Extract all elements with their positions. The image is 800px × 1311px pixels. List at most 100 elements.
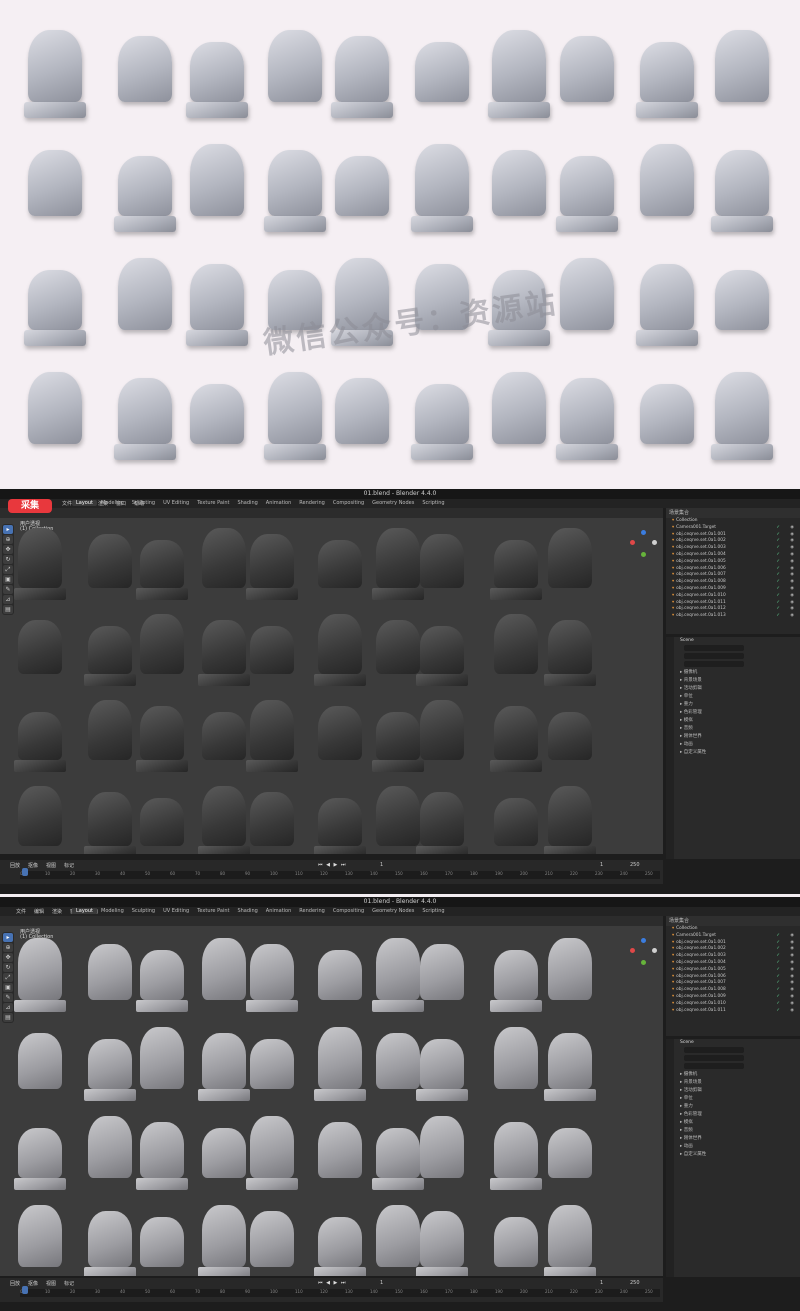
properties-panel[interactable]: Scene ▸ 摄像机 ▸ 背景场景 ▸ 活动剪辑 ▸ 单位 ▸ 重力 ▸ 色彩管理 ▸ 模… xyxy=(666,637,800,859)
prop-field-row[interactable] xyxy=(666,645,800,653)
prop-field-row[interactable] xyxy=(666,661,800,669)
playhead[interactable] xyxy=(22,1286,28,1294)
outliner-item[interactable]: ▾ obj.ceqrve.set.0a1.003 ✓ ◉ xyxy=(666,545,800,552)
workspace-tab[interactable]: Rendering xyxy=(295,500,329,506)
current-frame[interactable]: 1 xyxy=(380,1280,383,1286)
properties-section[interactable]: ▸ 活动剪辑 xyxy=(666,685,800,693)
workspace-tab[interactable]: Rendering xyxy=(295,908,329,914)
properties-section[interactable]: ▸ 动画 xyxy=(666,741,800,749)
measure-tool-icon[interactable]: ⊿ xyxy=(3,595,13,604)
properties-section[interactable]: ▸ 重力 xyxy=(666,1103,800,1111)
properties-section[interactable]: ▸ 刚体世界 xyxy=(666,733,800,741)
workspace-tab[interactable]: Geometry Nodes xyxy=(368,500,418,506)
properties-section[interactable]: ▸ 摄像机 xyxy=(666,1071,800,1079)
workspace-tab[interactable]: Layout xyxy=(72,500,97,506)
workspace-tab[interactable]: Animation xyxy=(262,500,296,506)
collection-row[interactable]: ▾ Collection xyxy=(666,518,800,525)
properties-section[interactable]: ▸ 背景场景 xyxy=(666,1079,800,1087)
workspace-tabs[interactable]: Layout Modeling Sculpting UV Editing Texture… xyxy=(72,500,449,506)
outliner-item[interactable]: ▾ Camera001.Target ✓ ◉ xyxy=(666,933,800,940)
workspace-tab[interactable]: Compositing xyxy=(329,500,368,506)
playback-controls[interactable]: ⏮ ◀ ▶ ⏭ xyxy=(318,862,346,868)
workspace-tab[interactable]: Layout xyxy=(72,908,97,914)
workspace-tab[interactable]: Scripting xyxy=(418,500,448,506)
outliner-item[interactable]: ▾ obj.ceqrve.set.0a1.010 ✓ ◉ xyxy=(666,1001,800,1008)
properties-section[interactable]: ▸ 动画 xyxy=(666,1143,800,1151)
menu-item[interactable]: 渲染 xyxy=(48,908,66,915)
collect-badge[interactable]: 采集 xyxy=(8,499,52,513)
outliner-item[interactable]: ▾ obj.ceqrve.set.0a1.004 ✓ ◉ xyxy=(666,960,800,967)
scale-tool-icon[interactable]: ⤢ xyxy=(3,973,13,982)
add-cube-tool-icon[interactable]: ▤ xyxy=(3,1013,13,1022)
timeline-menu-item[interactable]: 视图 xyxy=(42,862,60,869)
timeline[interactable]: 回放抠像视图标记 ⏮ ◀ ▶ ⏭ 1 1 250 010203040506070… xyxy=(0,860,663,884)
playback-controls[interactable]: ⏮ ◀ ▶ ⏭ xyxy=(318,1280,346,1286)
properties-section[interactable]: ▸ 刚体世界 xyxy=(666,1135,800,1143)
cursor-tool-icon[interactable]: ⊕ xyxy=(3,943,13,952)
timeline-menu[interactable]: 回放 抠像 视图 标记 xyxy=(6,862,78,869)
outliner-item[interactable]: ▾ obj.ceqrve.set.0a1.009 ✓ ◉ xyxy=(666,994,800,1001)
properties-section[interactable]: ▸ 单位 xyxy=(666,693,800,701)
properties-section[interactable]: ▸ 摄像机 xyxy=(666,669,800,677)
navigation-gizmo[interactable] xyxy=(630,938,658,966)
outliner-item[interactable]: ▾ obj.ceqrve.set.0a1.009 ✓ ◉ xyxy=(666,586,800,593)
transform-tool-icon[interactable]: ▣ xyxy=(3,575,13,584)
outliner-item[interactable]: ▾ obj.ceqrve.set.0a1.003 ✓ ◉ xyxy=(666,953,800,960)
select-tool-icon[interactable]: ▸ xyxy=(3,933,13,942)
workspace-tab[interactable]: Texture Paint xyxy=(193,908,233,914)
workspace-tab[interactable]: Modeling xyxy=(97,908,128,914)
properties-section[interactable]: ▸ 背景场景 xyxy=(666,677,800,685)
prop-field-row[interactable] xyxy=(666,1055,800,1063)
timeline-ruler[interactable]: 0102030405060708090100110120130140150160… xyxy=(20,1289,660,1297)
outliner-item[interactable]: ▾ obj.ceqrve.set.0a1.008 ✓ ◉ xyxy=(666,579,800,586)
prop-field-row[interactable] xyxy=(666,653,800,661)
properties-section[interactable]: ▸ 音频 xyxy=(666,725,800,733)
3d-viewport[interactable]: 用户透视 (1) Collection ▸ ⊕ ✥ ↻ ⤢ ▣ ✎ ⊿ ▤ xyxy=(0,916,663,1276)
workspace-tab[interactable]: UV Editing xyxy=(159,500,193,506)
annotate-tool-icon[interactable]: ✎ xyxy=(3,993,13,1002)
properties-section[interactable]: ▸ 模拟 xyxy=(666,1119,800,1127)
properties-section[interactable]: ▸ 自定义属性 xyxy=(666,749,800,757)
timeline-menu-item[interactable]: 标记 xyxy=(60,862,78,869)
properties-section[interactable]: ▸ 单位 xyxy=(666,1095,800,1103)
workspace-tab[interactable]: Compositing xyxy=(329,908,368,914)
outliner-item[interactable]: ▾ obj.ceqrve.set.0a1.008 ✓ ◉ xyxy=(666,987,800,994)
menu-item[interactable]: 编辑 xyxy=(30,908,48,915)
workspace-tab[interactable]: Scripting xyxy=(418,908,448,914)
workspace-tabs[interactable]: Layout Modeling Sculpting UV Editing Texture… xyxy=(72,908,449,914)
properties-section[interactable]: ▸ 活动剪辑 xyxy=(666,1087,800,1095)
timeline-menu[interactable]: 回放 抠像 视图 标记 xyxy=(6,1280,78,1287)
timeline[interactable]: 回放抠像视图标记 ⏮ ◀ ▶ ⏭ 1 1 250 010203040506070… xyxy=(0,1278,663,1302)
properties-tabs[interactable] xyxy=(666,1039,674,1277)
menu-item[interactable]: 文件 xyxy=(12,908,30,915)
rotate-tool-icon[interactable]: ↻ xyxy=(3,555,13,564)
workspace-tab[interactable]: UV Editing xyxy=(159,908,193,914)
transform-tool-icon[interactable]: ▣ xyxy=(3,983,13,992)
select-tool-icon[interactable]: ▸ xyxy=(3,525,13,534)
current-frame[interactable]: 1 xyxy=(380,862,383,868)
timeline-ruler[interactable]: 0102030405060708090100110120130140150160… xyxy=(20,871,660,879)
properties-section[interactable]: ▸ 色彩管理 xyxy=(666,709,800,717)
properties-section[interactable]: ▸ 重力 xyxy=(666,701,800,709)
workspace-tab[interactable]: Texture Paint xyxy=(193,500,233,506)
navigation-gizmo[interactable] xyxy=(630,530,658,558)
add-cube-tool-icon[interactable]: ▤ xyxy=(3,605,13,614)
scale-tool-icon[interactable]: ⤢ xyxy=(3,565,13,574)
frame-start[interactable]: 1 xyxy=(600,862,603,868)
workspace-tab[interactable]: Animation xyxy=(262,908,296,914)
properties-tabs[interactable] xyxy=(666,637,674,859)
collection-row[interactable]: ▾ Collection xyxy=(666,926,800,933)
properties-panel[interactable]: Scene ▸ 摄像机 ▸ 背景场景 ▸ 活动剪辑 ▸ 单位 ▸ 重力 ▸ 色彩管理 ▸ 模… xyxy=(666,1039,800,1277)
3d-viewport[interactable]: 用户透视 (1) Collection ▸ ⊕ ✥ ↻ ⤢ ▣ ✎ ⊿ ▤ xyxy=(0,508,663,854)
prop-field-row[interactable] xyxy=(666,1047,800,1055)
workspace-tab[interactable]: Shading xyxy=(233,908,261,914)
outliner-item[interactable]: ▾ obj.ceqrve.set.0a1.011 ✓ ◉ xyxy=(666,1008,800,1015)
timeline-menu-item[interactable]: 视图 xyxy=(42,1280,60,1287)
prop-field-row[interactable] xyxy=(666,1063,800,1071)
properties-section[interactable]: ▸ 模拟 xyxy=(666,717,800,725)
timeline-menu-item[interactable]: 标记 xyxy=(60,1280,78,1287)
workspace-tab[interactable]: Modeling xyxy=(97,500,128,506)
frame-end[interactable]: 250 xyxy=(630,862,640,868)
properties-section[interactable]: ▸ 色彩管理 xyxy=(666,1111,800,1119)
workspace-tab[interactable]: Geometry Nodes xyxy=(368,908,418,914)
